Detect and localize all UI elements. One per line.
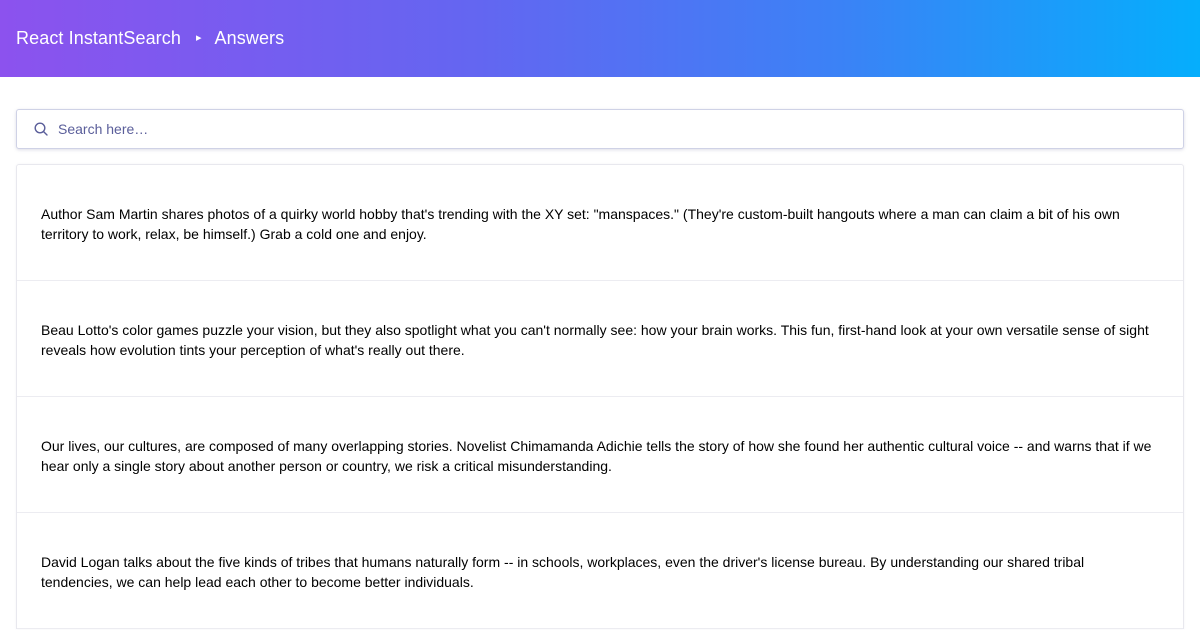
hit-item[interactable]: David Logan talks about the five kinds o… [17, 513, 1183, 629]
hit-item[interactable]: Author Sam Martin shares photos of a qui… [17, 165, 1183, 281]
hit-description: Author Sam Martin shares photos of a qui… [41, 205, 1120, 242]
breadcrumb-separator-icon: ▸ [196, 32, 202, 44]
search-box[interactable] [16, 109, 1184, 149]
app-header: React InstantSearch ▸ Answers [0, 0, 1200, 77]
hit-description: David Logan talks about the five kinds o… [41, 553, 1085, 590]
hit-item[interactable]: Our lives, our cultures, are composed of… [17, 397, 1183, 513]
breadcrumb-root-link[interactable]: React InstantSearch [16, 28, 181, 49]
hit-description: Our lives, our cultures, are composed of… [41, 437, 1152, 474]
hits-list: Author Sam Martin shares photos of a qui… [16, 164, 1184, 629]
search-icon[interactable] [33, 121, 49, 137]
breadcrumb-current: Answers [214, 28, 285, 48]
main-content: Author Sam Martin shares photos of a qui… [0, 77, 1200, 629]
hit-description: Beau Lotto's color games puzzle your vis… [41, 321, 1149, 358]
hit-item[interactable]: Beau Lotto's color games puzzle your vis… [17, 281, 1183, 397]
search-input[interactable] [58, 111, 1183, 147]
